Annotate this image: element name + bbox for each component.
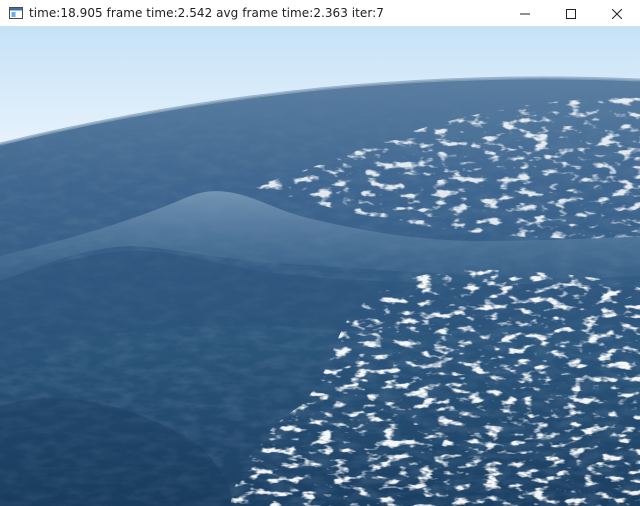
window-controls — [502, 0, 640, 26]
window-title: time:18.905 frame time:2.542 avg frame t… — [29, 6, 384, 20]
render-viewport[interactable] — [0, 26, 640, 506]
app-window: time:18.905 frame time:2.542 avg frame t… — [0, 0, 640, 506]
title-bar[interactable]: time:18.905 frame time:2.542 avg frame t… — [0, 0, 640, 26]
app-window-icon — [8, 5, 24, 21]
maximize-icon — [566, 4, 576, 23]
maximize-button[interactable] — [548, 0, 594, 26]
close-button[interactable] — [594, 0, 640, 26]
minimize-button[interactable] — [502, 0, 548, 26]
minimize-icon — [520, 4, 530, 23]
close-icon — [611, 4, 623, 23]
ocean-scene — [0, 26, 640, 506]
